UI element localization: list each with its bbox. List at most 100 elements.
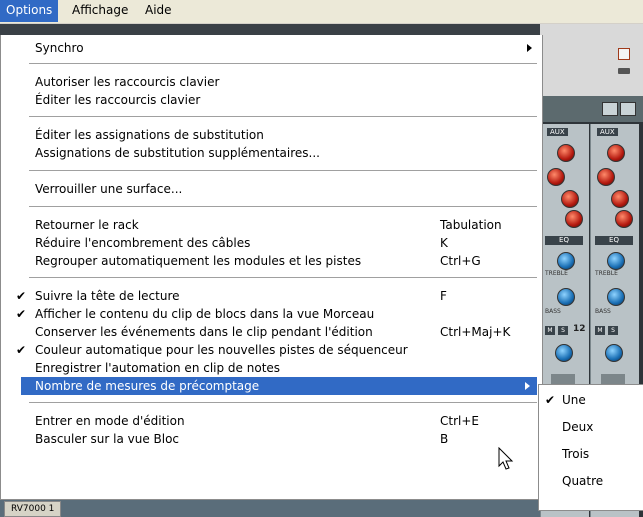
menu-item-autoriser-raccourcis[interactable]: Autoriser les raccourcis clavier	[1, 73, 542, 91]
eq-label: EQ	[595, 236, 633, 245]
menu-item-nombre-mesures-precomptage[interactable]: Nombre de mesures de précomptage	[21, 377, 537, 395]
treble-knob[interactable]	[607, 252, 625, 270]
menu-separator	[29, 206, 537, 207]
menu-item-label: Réduire l'encombrement des câbles	[35, 236, 251, 250]
aux-knob[interactable]	[607, 144, 625, 162]
checkmark-icon: ✔	[16, 289, 27, 303]
menu-item-label: Basculer sur la vue Bloc	[35, 432, 180, 446]
submenu-item-trois[interactable]: Trois	[539, 443, 643, 465]
treble-label: TREBLE	[545, 270, 568, 277]
bass-label: BASS	[595, 308, 611, 315]
aux-knob[interactable]	[611, 190, 629, 208]
mute-button[interactable]: M	[595, 326, 605, 335]
checkmark-icon: ✔	[545, 393, 556, 407]
menu-item-shortcut: B	[440, 432, 449, 446]
menu-item-label: Verrouiller une surface...	[35, 182, 183, 196]
aux-knob[interactable]	[565, 210, 583, 228]
menu-item-label: Afficher le contenu du clip de blocs dan…	[35, 307, 375, 321]
menu-item-label: Regrouper automatiquement les modules et…	[35, 254, 362, 268]
menu-item-verrouiller-surface[interactable]: Verrouiller une surface...	[1, 180, 542, 198]
scroll-arrows-icon[interactable]	[602, 102, 618, 116]
menu-item-synchro[interactable]: Synchro	[1, 39, 542, 57]
submenu-item-deux[interactable]: Deux	[539, 416, 643, 438]
precount-submenu: ✔ Une Deux Trois Quatre	[538, 384, 643, 511]
bass-knob[interactable]	[607, 288, 625, 306]
eq-label: EQ	[545, 236, 583, 245]
menubar: Options Affichage Aide	[0, 0, 643, 24]
aux-knob[interactable]	[597, 168, 615, 186]
menu-separator	[29, 277, 537, 278]
menu-item-shortcut: Ctrl+Maj+K	[440, 325, 511, 339]
menu-item-assignations-supplementaires[interactable]: Assignations de substitution supplémenta…	[1, 144, 542, 162]
rack-header	[540, 24, 643, 96]
options-dropdown-menu: Synchro Autoriser les raccourcis clavier…	[0, 35, 543, 500]
menu-options[interactable]: Options	[0, 0, 59, 22]
aux-knob[interactable]	[615, 210, 633, 228]
aux-knob[interactable]	[561, 190, 579, 208]
menu-item-label: Éditer les raccourcis clavier	[35, 93, 201, 107]
menu-item-suivre-tete-lecture[interactable]: ✔ Suivre la tête de lecture F	[1, 287, 542, 305]
menu-item-label: Suivre la tête de lecture	[35, 289, 180, 303]
menu-item-label: Entrer en mode d'édition	[35, 414, 185, 428]
bass-knob[interactable]	[557, 288, 575, 306]
device-tab[interactable]: RV7000 1	[4, 501, 62, 517]
menu-separator	[29, 170, 537, 171]
menu-item-reduire-cables[interactable]: Réduire l'encombrement des câbles K	[1, 234, 542, 252]
treble-knob[interactable]	[557, 252, 575, 270]
menu-affichage[interactable]: Affichage	[66, 0, 134, 22]
aux-knob[interactable]	[557, 144, 575, 162]
menu-item-editer-raccourcis[interactable]: Éditer les raccourcis clavier	[1, 91, 542, 109]
menu-item-mode-edition[interactable]: Entrer en mode d'édition Ctrl+E	[1, 412, 542, 430]
menu-aide[interactable]: Aide	[139, 0, 178, 22]
menu-item-shortcut: F	[440, 289, 447, 303]
submenu-item-quatre[interactable]: Quatre	[539, 470, 643, 492]
menu-item-shortcut: Tabulation	[440, 218, 502, 232]
submenu-item-une[interactable]: ✔ Une	[539, 389, 643, 411]
menu-item-label: Conserver les événements dans le clip pe…	[35, 325, 373, 339]
menu-item-conserver-evenements[interactable]: Conserver les événements dans le clip pe…	[1, 323, 542, 341]
pan-knob[interactable]	[555, 344, 573, 362]
submenu-item-label: Quatre	[562, 474, 604, 488]
menu-item-label: Assignations de substitution supplémenta…	[35, 146, 320, 160]
checkmark-icon: ✔	[16, 307, 27, 321]
aux-knob[interactable]	[547, 168, 565, 186]
rack-toolbar	[540, 96, 643, 122]
menu-item-editer-assignations[interactable]: Éditer les assignations de substitution	[1, 126, 542, 144]
menu-separator	[29, 116, 537, 117]
menu-item-label: Enregistrer l'automation en clip de note…	[35, 361, 281, 375]
menu-item-label: Autoriser les raccourcis clavier	[35, 75, 220, 89]
menu-item-couleur-automatique[interactable]: ✔ Couleur automatique pour les nouvelles…	[1, 341, 542, 359]
solo-button[interactable]: S	[608, 326, 618, 335]
checkmark-icon: ✔	[16, 343, 27, 357]
menu-item-regrouper-modules[interactable]: Regrouper automatiquement les modules et…	[1, 252, 542, 270]
menu-item-enregistrer-automation[interactable]: Enregistrer l'automation en clip de note…	[1, 359, 542, 377]
menu-item-shortcut: K	[440, 236, 448, 250]
menu-item-afficher-contenu-clip[interactable]: ✔ Afficher le contenu du clip de blocs d…	[1, 305, 542, 323]
channel-number: 12	[573, 324, 586, 334]
pan-knob[interactable]	[605, 344, 623, 362]
menu-item-shortcut: Ctrl+G	[440, 254, 481, 268]
rack-button-icon[interactable]	[620, 102, 636, 116]
window-restore-icon[interactable]	[618, 48, 630, 60]
menu-item-basculer-vue-bloc[interactable]: Basculer sur la vue Bloc B	[1, 430, 542, 448]
solo-button[interactable]: S	[558, 326, 568, 335]
taskbar: RV7000 1	[0, 500, 540, 517]
menu-item-label: Retourner le rack	[35, 218, 139, 232]
bass-label: BASS	[545, 308, 561, 315]
mute-button[interactable]: M	[545, 326, 555, 335]
menu-item-label: Nombre de mesures de précomptage	[35, 379, 260, 393]
aux-label: AUX	[597, 128, 618, 136]
aux-label: AUX	[547, 128, 568, 136]
menu-separator	[29, 402, 537, 403]
menu-item-shortcut: Ctrl+E	[440, 414, 479, 428]
submenu-arrow-icon	[527, 44, 532, 52]
menu-item-retourner-rack[interactable]: Retourner le rack Tabulation	[1, 216, 542, 234]
menu-item-label: Couleur automatique pour les nouvelles p…	[35, 343, 408, 357]
minimize-icon[interactable]	[618, 68, 630, 74]
submenu-arrow-icon	[525, 382, 530, 390]
menu-item-label: Synchro	[35, 41, 84, 55]
submenu-item-label: Deux	[562, 420, 594, 434]
submenu-item-label: Une	[562, 393, 586, 407]
treble-label: TREBLE	[595, 270, 618, 277]
menu-item-label: Éditer les assignations de substitution	[35, 128, 264, 142]
